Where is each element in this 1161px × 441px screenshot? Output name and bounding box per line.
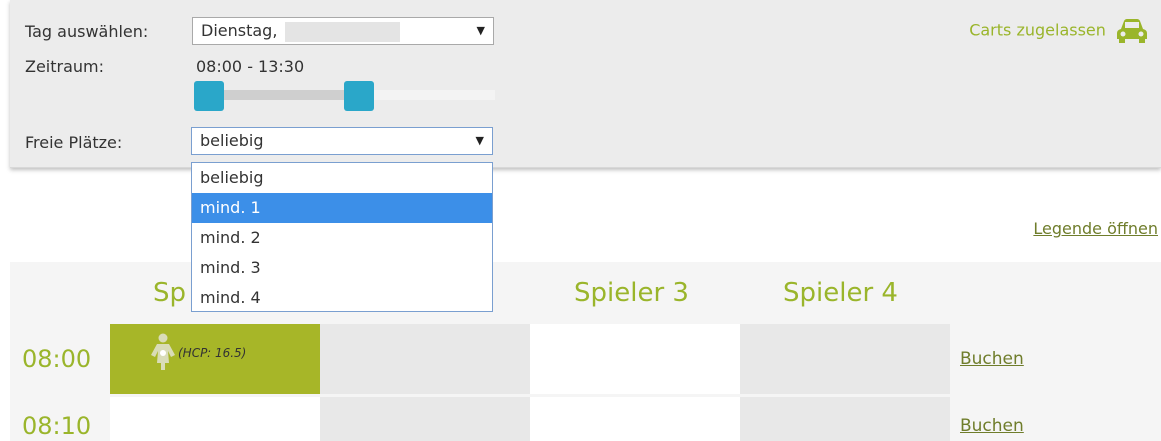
player-handicap: (HCP: 16.5) [178,346,247,360]
dropdown-option[interactable]: mind. 3 [192,253,492,283]
player-1-slot[interactable] [110,397,320,441]
free-slots-dropdown-list: beliebig mind. 1 mind. 2 mind. 3 mind. 4 [191,162,493,312]
redacted-date [285,21,401,42]
player-3-slot[interactable] [530,324,740,394]
player-3-slot[interactable] [530,397,740,441]
carts-label: Carts zugelassen [969,20,1106,40]
period-label: Zeitraum: [25,57,105,76]
player-2-slot[interactable] [320,324,530,394]
car-icon [1117,19,1147,43]
carts-allowed: Carts zugelassen [969,18,1149,44]
slider-start-handle[interactable] [194,81,224,111]
day-select-value: Dienstag, [201,21,278,40]
book-link-0810[interactable]: Buchen [960,416,1024,436]
time-slot-0800: 08:00 [22,345,92,373]
slider-end-handle[interactable] [344,81,374,111]
time-slider-range [206,90,356,100]
player-2-slot[interactable] [320,397,530,441]
free-slots-value: beliebig [200,131,264,150]
day-label: Tag auswählen: [25,22,149,41]
dropdown-arrow-icon: ▼ [475,134,484,147]
dropdown-option[interactable]: mind. 4 [192,283,492,313]
day-select[interactable]: Dienstag, ▼ [192,17,494,45]
column-header-player-4: Spieler 4 [783,278,898,308]
slots-label: Freie Plätze: [25,133,123,152]
dropdown-arrow-icon: ▼ [476,24,485,37]
dropdown-option[interactable]: mind. 2 [192,223,492,253]
book-link-0800[interactable]: Buchen [960,349,1024,369]
column-header-player-1: Sp [153,278,187,308]
player-icon [151,333,175,370]
player-4-slot[interactable] [740,397,950,441]
open-legend-link[interactable]: Legende öffnen [1033,219,1158,238]
free-slots-select[interactable]: beliebig ▼ [191,127,493,155]
period-value: 08:00 - 13:30 [196,57,305,76]
dropdown-option-highlighted[interactable]: mind. 1 [192,193,492,223]
dropdown-option[interactable]: beliebig [192,163,492,193]
column-header-player-3: Spieler 3 [574,278,689,308]
player-4-slot[interactable] [740,324,950,394]
time-slot-0810: 08:10 [22,412,92,440]
